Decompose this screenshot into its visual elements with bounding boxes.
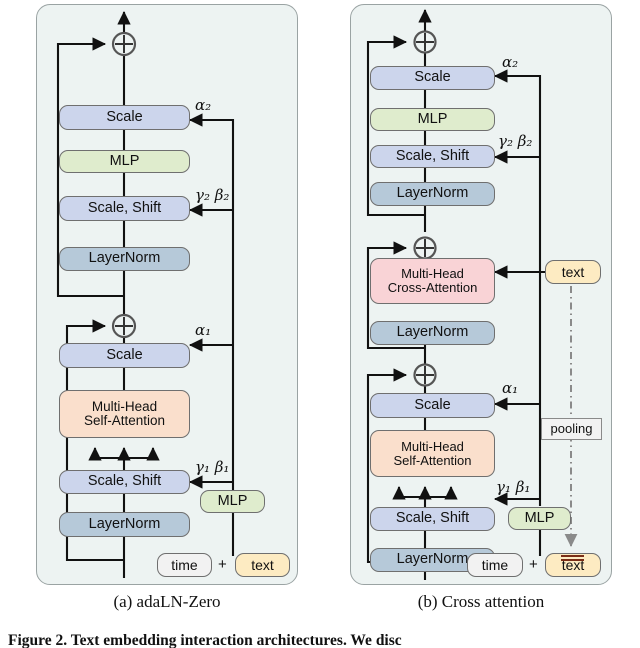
panel-b-scale-2[interactable]: Scale: [370, 66, 495, 90]
panel-b-scale-2-label: Scale: [414, 69, 451, 86]
panel-b-scale-1-label: Scale: [414, 396, 451, 413]
panel-b-pooling-box[interactable]: pooling: [541, 418, 602, 440]
panel-b-layernorm-3[interactable]: LayerNorm: [370, 182, 495, 206]
panel-b-layernorm-1-label: LayerNorm: [396, 551, 469, 568]
panel-b-scale-shift-1[interactable]: Scale, Shift: [370, 507, 495, 531]
panel-b-layernorm-2-label: LayerNorm: [396, 324, 469, 341]
panel-b-connectors: [366, 8, 578, 580]
panel-b-scale-shift-1-label: Scale, Shift: [395, 510, 470, 527]
panel-b-scale-1[interactable]: Scale: [370, 393, 495, 418]
panel-b-layernorm-2[interactable]: LayerNorm: [370, 321, 495, 345]
panel-b-cross-attn-line1: Multi-Head: [401, 266, 464, 282]
panel-b-plus-sign: +: [529, 556, 538, 573]
panel-b-gamma2-beta2-label: γ₂ β₂: [498, 132, 533, 150]
panel-b-multi-head-cross-attention[interactable]: Multi-Head Cross-Attention: [370, 258, 495, 304]
panel-b-text-pooling-marker-2: [561, 559, 584, 561]
panel-b-alpha1-label: α₁: [502, 379, 519, 397]
panel-b-self-attn-line1: Multi-Head: [401, 438, 464, 454]
panel-b-scale-shift-2-label: Scale, Shift: [395, 147, 470, 164]
subcaption-a: (a) adaLN-Zero: [113, 592, 221, 611]
panel-b-mlp-2-label: MLP: [417, 110, 448, 127]
panel-b-multi-head-self-attention[interactable]: Multi-Head Self-Attention: [370, 430, 495, 477]
panel-b-cross-attn-line2: Cross-Attention: [387, 280, 478, 295]
panel-b-conditioning-mlp[interactable]: MLP: [508, 507, 571, 530]
panel-b-alpha2-label: α₂: [502, 53, 519, 71]
panel-b-time-token-label: time: [481, 556, 509, 573]
panel-b-gamma1-beta1-label: γ₁ β₁: [496, 478, 531, 496]
subcaption-b: (b) Cross attention: [417, 592, 545, 611]
panel-b-pooling-label: pooling: [550, 421, 593, 437]
panel-b-text-context-label: text: [561, 263, 585, 280]
panel-b-scale-shift-2[interactable]: Scale, Shift: [370, 145, 495, 168]
panel-b-text-pooling-marker: [561, 555, 584, 557]
panel-b-self-attn-line2: Self-Attention: [393, 452, 472, 468]
panel-b-mlp-2[interactable]: MLP: [370, 108, 495, 131]
panel-b-layernorm-3-label: LayerNorm: [396, 185, 469, 202]
figure-container: Scale MLP Scale, Shift LayerNorm Scale M…: [0, 0, 640, 648]
panel-b-text-context[interactable]: text: [545, 260, 601, 284]
panel-b-time-token[interactable]: time: [467, 553, 523, 577]
panel-b-conditioning-mlp-label: MLP: [524, 509, 555, 526]
